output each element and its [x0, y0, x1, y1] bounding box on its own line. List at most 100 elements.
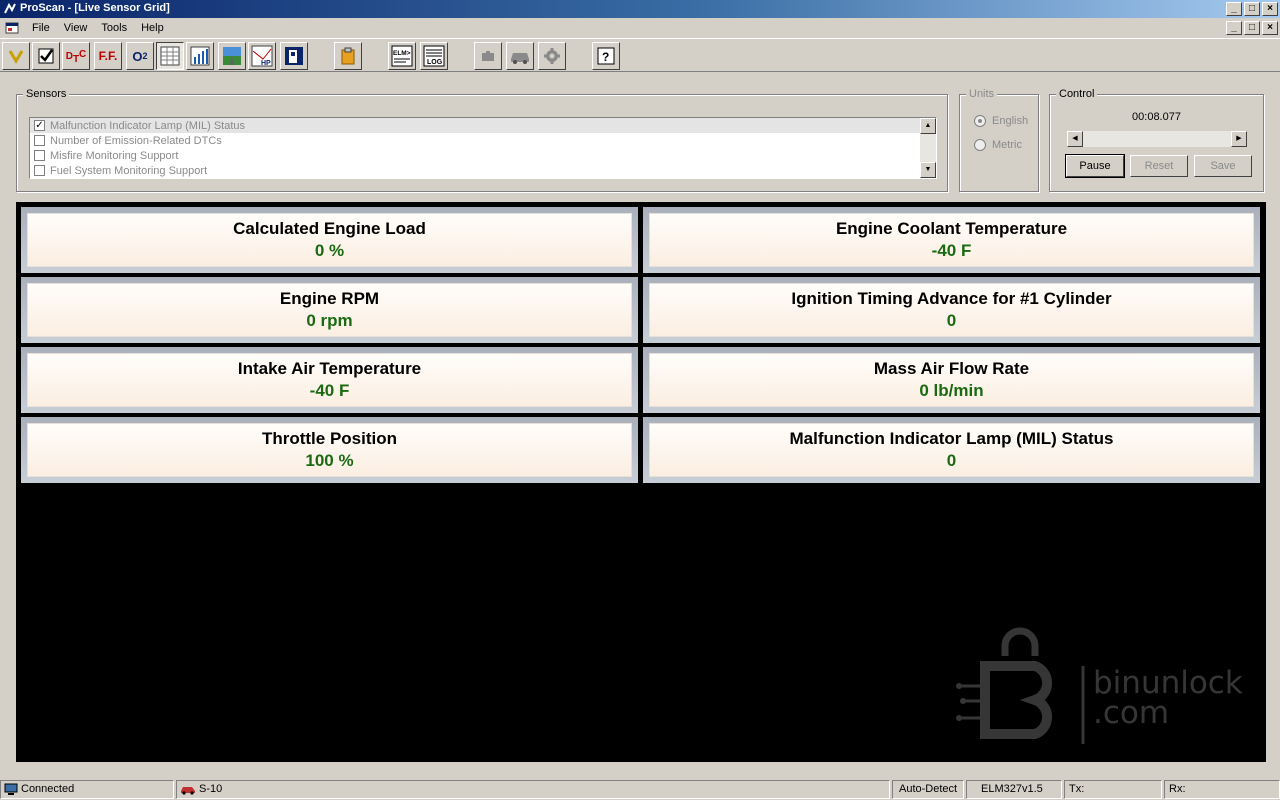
units-metric-option[interactable]: Metric [974, 139, 1022, 151]
window-title: ProScan - [Live Sensor Grid] [20, 2, 170, 14]
tile-label: Intake Air Temperature [237, 359, 422, 378]
tile-label: Malfunction Indicator Lamp (MIL) Status [789, 429, 1114, 448]
metric-label: Metric [992, 139, 1022, 151]
watermark: binunlock .com [955, 626, 1275, 746]
menu-file[interactable]: File [25, 22, 57, 34]
log-tool-button[interactable]: LOG [420, 42, 448, 70]
scroll-left-arrow-icon[interactable]: ◀ [1067, 131, 1083, 147]
scroll-down-arrow-icon[interactable]: ▼ [920, 162, 936, 178]
units-group-label: Units [966, 88, 998, 100]
english-radio[interactable] [974, 115, 986, 127]
scrollbar-track[interactable] [920, 134, 936, 162]
help-icon: ? [597, 47, 615, 65]
sensor-list[interactable]: ✓ Malfunction Indicator Lamp (MIL) Statu… [29, 117, 937, 179]
child-restore-button[interactable]: □ [1244, 21, 1260, 35]
sensor-checkbox[interactable] [34, 135, 45, 146]
dashboard-tool-button[interactable] [218, 42, 246, 70]
sensor-tile: Intake Air Temperature -40 F [21, 347, 638, 413]
sensor-tile: Throttle Position 100 % [21, 417, 638, 483]
horsepower-tool-button[interactable]: HP [248, 42, 276, 70]
menu-help[interactable]: Help [134, 22, 171, 34]
tile-value: 0 lb/min [919, 381, 984, 400]
vehicle-tool-button[interactable] [506, 42, 534, 70]
car-icon [511, 53, 529, 64]
tile-value: 0 [946, 311, 957, 330]
menu-view[interactable]: View [57, 22, 95, 34]
log-icon: LOG [423, 45, 445, 67]
units-english-option[interactable]: English [974, 115, 1028, 127]
title-bar: ProScan - [Live Sensor Grid] _ □ × [0, 0, 1280, 18]
proscan-app-icon [4, 2, 16, 14]
svg-text:ELM>: ELM> [393, 50, 411, 57]
sensor-list-item[interactable]: Number of Emission-Related DTCs [30, 133, 936, 148]
reset-button[interactable]: Reset [1130, 155, 1188, 177]
pause-button[interactable]: Pause [1065, 154, 1125, 178]
freeze-frame-tool-button[interactable]: F.F. [94, 42, 122, 70]
tile-label: Calculated Engine Load [233, 219, 426, 238]
sensor-tile: Ignition Timing Advance for #1 Cylinder … [643, 277, 1260, 343]
status-interface: ELM327v1.5 [966, 780, 1062, 799]
sensor-tile: Malfunction Indicator Lamp (MIL) Status … [643, 417, 1260, 483]
sensor-label: Malfunction Indicator Lamp (MIL) Status [50, 119, 246, 132]
tile-value: -40 F [931, 241, 972, 260]
sensor-tile: Engine Coolant Temperature -40 F [643, 207, 1260, 273]
readiness-tool-button[interactable] [32, 42, 60, 70]
o2-tool-button[interactable]: O2 [126, 42, 154, 70]
sensor-checkbox[interactable] [34, 150, 45, 161]
tile-label: Engine Coolant Temperature [835, 219, 1068, 238]
sensor-label: Number of Emission-Related DTCs [50, 134, 222, 147]
connection-status-text: Connected [21, 783, 75, 795]
playback-scrollbar[interactable]: ◀ ▶ [1067, 131, 1247, 147]
gear-icon [544, 48, 560, 64]
help-tool-button[interactable]: ? [592, 42, 620, 70]
tile-value: 0 rpm [306, 311, 353, 330]
elm-terminal-tool-button[interactable]: ELM> [388, 42, 416, 70]
status-bar: Connected S-10 Auto-Detect ELM327v1.5 Tx… [0, 779, 1280, 800]
fuel-economy-tool-button[interactable] [280, 42, 308, 70]
scroll-right-arrow-icon[interactable]: ▶ [1231, 131, 1247, 147]
metric-radio[interactable] [974, 139, 986, 151]
dtc-tool-button[interactable]: DTC [62, 42, 90, 70]
engine-icon [482, 51, 494, 61]
minimize-button[interactable]: _ [1226, 2, 1242, 16]
engine-tool-button[interactable] [474, 42, 502, 70]
sensor-grid-tool-button[interactable] [156, 42, 184, 70]
bar-graph-icon [190, 46, 210, 66]
connection-icon [4, 783, 18, 795]
close-button[interactable]: × [1262, 2, 1278, 16]
clipboard-tool-button[interactable] [334, 42, 362, 70]
connect-tool-button[interactable] [2, 42, 30, 70]
sensor-checkbox[interactable]: ✓ [34, 120, 45, 131]
sensor-list-item[interactable]: Misfire Monitoring Support [30, 148, 936, 163]
settings-tool-button[interactable] [538, 42, 566, 70]
tile-label: Mass Air Flow Rate [873, 359, 1030, 378]
tile-label: Ignition Timing Advance for #1 Cylinder [791, 289, 1112, 308]
sensor-list-item[interactable]: Fuel System Monitoring Support [30, 163, 936, 178]
tile-label: Engine RPM [279, 289, 380, 308]
child-window-icon[interactable] [5, 22, 19, 34]
status-rx: Rx: [1164, 780, 1280, 799]
save-button[interactable]: Save [1194, 155, 1252, 177]
sensor-list-item[interactable]: ✓ Malfunction Indicator Lamp (MIL) Statu… [30, 118, 936, 133]
status-vehicle: S-10 [176, 780, 890, 799]
child-close-button[interactable]: × [1262, 21, 1278, 35]
scroll-up-arrow-icon[interactable]: ▲ [920, 118, 936, 134]
elapsed-timer: 00:08.077 [1132, 111, 1181, 123]
menu-tools[interactable]: Tools [94, 22, 134, 34]
sensor-list-scrollbar[interactable]: ▲ ▼ [920, 118, 936, 178]
sensor-label: Fuel System Monitoring Support [50, 164, 208, 177]
svg-text:HP: HP [261, 60, 271, 67]
sensors-group-label: Sensors [23, 88, 70, 100]
maximize-button[interactable]: □ [1244, 2, 1260, 16]
clipboard-icon [341, 47, 355, 65]
tile-value: 0 [946, 451, 957, 470]
sensor-tile: Engine RPM 0 rpm [21, 277, 638, 343]
connect-icon [8, 50, 24, 64]
menu-bar: File View Tools Help [0, 19, 1280, 37]
svg-text:?: ? [602, 50, 609, 64]
lock-logo-icon [956, 627, 1085, 744]
control-group: Control 00:08.077 ◀ ▶ Pause Reset Save [1049, 88, 1264, 192]
graph-tool-button[interactable] [186, 42, 214, 70]
child-minimize-button[interactable]: _ [1226, 21, 1242, 35]
sensor-checkbox[interactable] [34, 165, 45, 176]
